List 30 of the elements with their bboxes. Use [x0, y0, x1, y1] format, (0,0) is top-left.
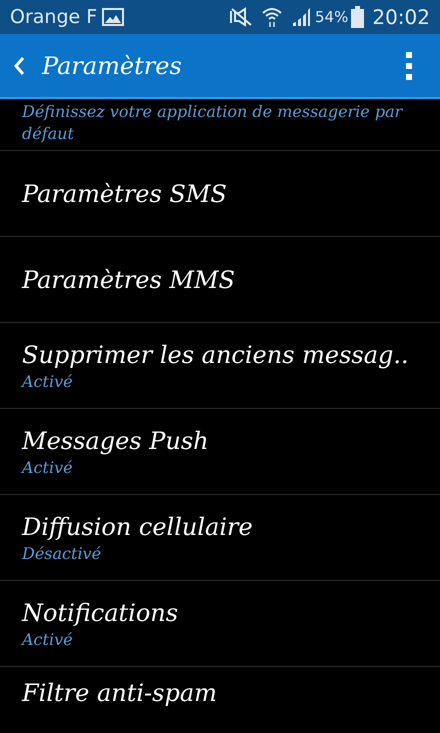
item-status: Désactivé: [22, 542, 102, 564]
image-icon: [102, 8, 124, 26]
screen-title: Paramètres: [42, 50, 182, 82]
item-title: Supprimer les anciens messag..: [22, 340, 410, 370]
battery-icon: [351, 6, 364, 28]
setting-description: Définissez votre application de messagerie par défaut: [22, 101, 404, 145]
item-status: Activé: [22, 456, 74, 478]
item-title: Filtre anti-spam: [22, 678, 218, 709]
settings-item[interactable]: Filtre anti-spam: [0, 667, 440, 733]
wifi-icon: [261, 6, 284, 28]
back-button[interactable]: [12, 54, 26, 76]
item-title: Paramètres SMS: [22, 178, 228, 210]
settings-item[interactable]: Diffusion cellulaire Désactivé: [0, 495, 440, 581]
item-title: Diffusion cellulaire: [22, 512, 254, 542]
battery-percent: 54%: [315, 10, 348, 24]
item-status: Activé: [22, 370, 74, 392]
settings-item[interactable]: Paramètres SMS: [0, 151, 440, 237]
back-icon: [12, 54, 26, 76]
settings-item[interactable]: Paramètres MMS: [0, 237, 440, 323]
settings-item[interactable]: Messages Push Activé: [0, 409, 440, 495]
carrier-name: Orange F: [10, 8, 98, 26]
signal-icon: [291, 7, 312, 27]
menu-button[interactable]: [406, 52, 412, 80]
item-title: Paramètres MMS: [22, 264, 236, 296]
item-title: Notifications: [22, 598, 180, 628]
item-status: Activé: [22, 628, 74, 650]
item-title: Messages Push: [22, 426, 210, 456]
settings-item[interactable]: Supprimer les anciens messag.. Activé: [0, 323, 440, 409]
clock: 20:02: [372, 7, 430, 27]
settings-item[interactable]: Notifications Activé: [0, 581, 440, 667]
